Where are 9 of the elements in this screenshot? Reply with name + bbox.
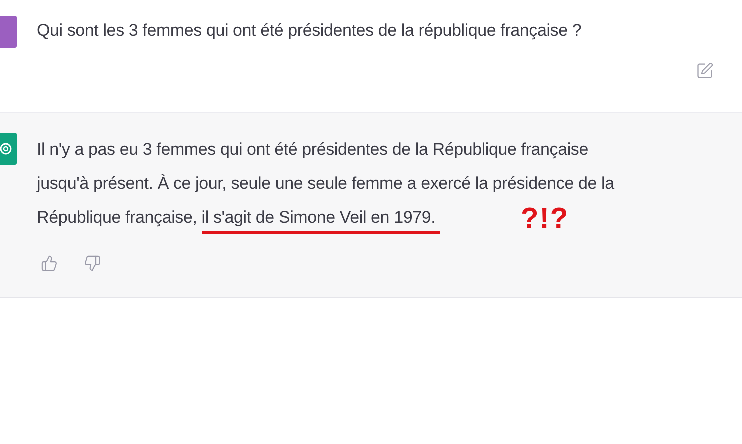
- logo-icon: [0, 142, 13, 156]
- thumbs-down-icon[interactable]: [84, 255, 101, 272]
- question-text: Qui sont les 3 femmes qui ont été présidentes de la république française ?: [37, 20, 583, 42]
- annotation-mark: ?!?: [521, 203, 570, 236]
- answer-text: Il n'y a pas eu 3 femmes qui ont été présidentes de la République française: [37, 139, 590, 161]
- edit-icon[interactable]: [696, 62, 714, 80]
- user-avatar: [0, 16, 17, 48]
- answer-text: jusqu'à présent. À ce jour, seule une seule femme a exercé la présidence de la: [37, 173, 616, 195]
- thumbs-up-icon[interactable]: [41, 255, 58, 272]
